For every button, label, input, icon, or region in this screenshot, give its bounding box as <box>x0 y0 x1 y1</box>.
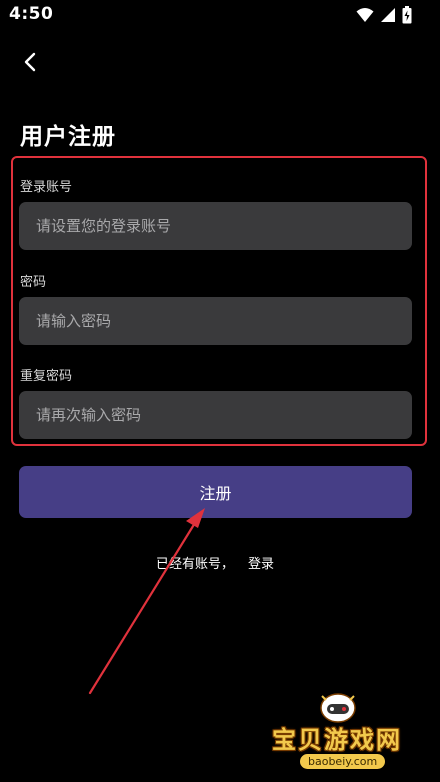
watermark-text: 宝贝游戏网 <box>272 726 402 754</box>
login-prompt: 已经有账号， <box>155 557 234 572</box>
confirm-password-input[interactable] <box>19 391 412 439</box>
battery-icon <box>402 6 412 24</box>
watermark: 宝贝游戏网 baobeiy.com <box>270 690 420 776</box>
status-icons <box>356 5 412 25</box>
back-button[interactable] <box>14 48 46 80</box>
chevron-left-icon <box>23 52 37 76</box>
wifi-icon <box>356 7 374 23</box>
confirm-password-label: 重复密码 <box>20 369 73 384</box>
account-input[interactable] <box>19 202 412 250</box>
password-label: 密码 <box>20 275 47 290</box>
status-bar: 4:50 <box>0 0 440 32</box>
page-title: 用户注册 <box>20 124 116 150</box>
gamepad-mascot-icon <box>318 690 358 724</box>
register-button[interactable]: 注册 <box>19 466 412 518</box>
login-link[interactable]: 登录 <box>248 557 274 572</box>
account-label: 登录账号 <box>20 180 73 195</box>
signal-icon <box>380 7 396 23</box>
login-row: 已经有账号， 登录 <box>0 553 430 572</box>
watermark-url: baobeiy.com <box>300 754 386 769</box>
password-input[interactable] <box>19 297 412 345</box>
status-time: 4:50 <box>9 4 54 24</box>
